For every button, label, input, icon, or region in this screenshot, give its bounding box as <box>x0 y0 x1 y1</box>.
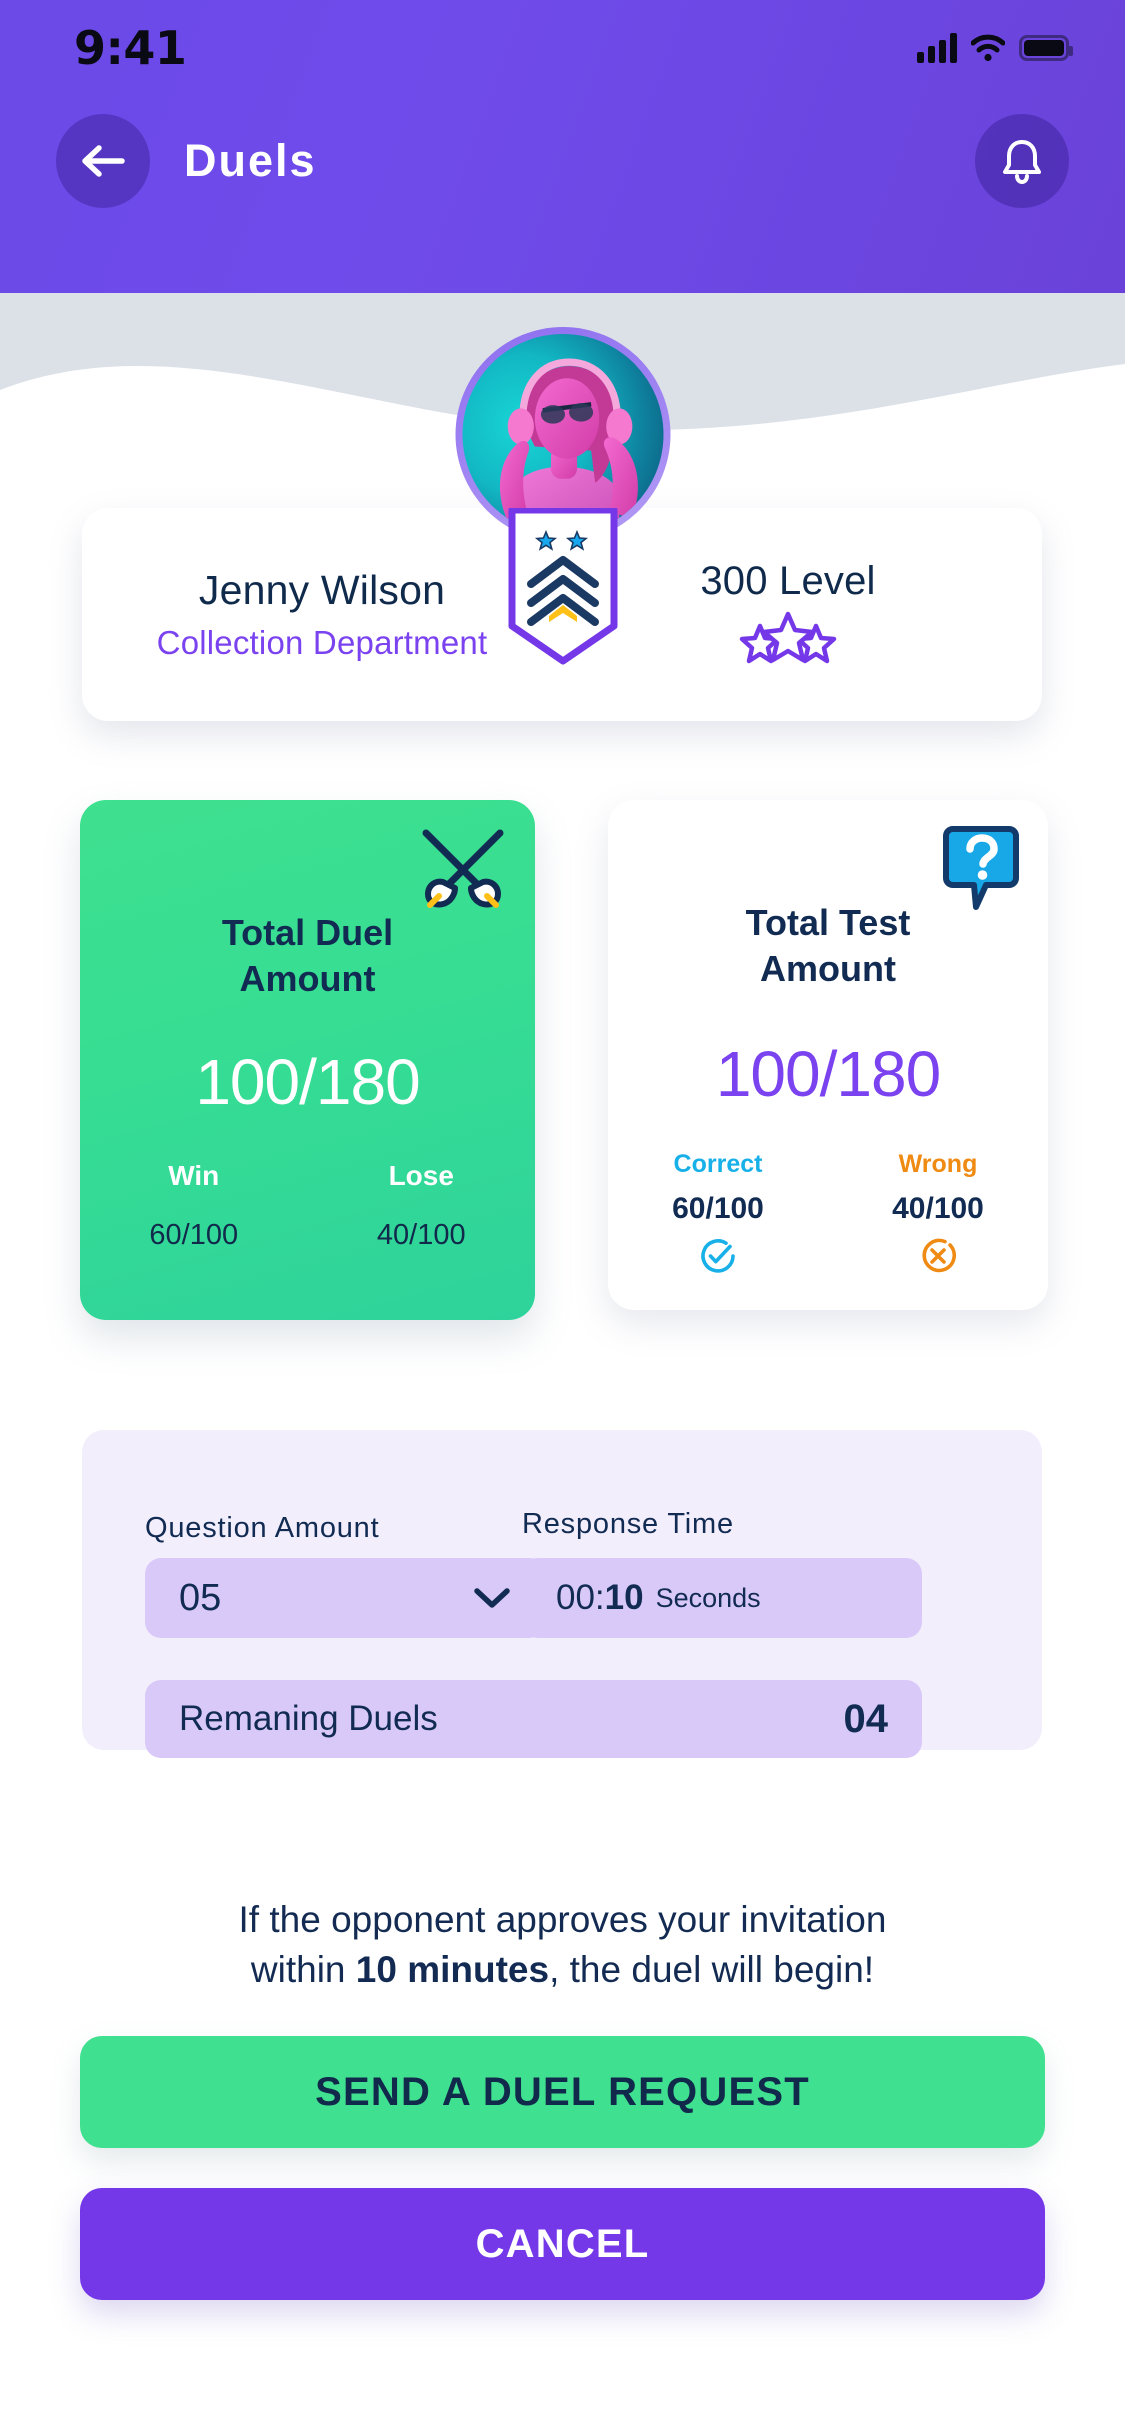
notification-button[interactable] <box>975 114 1069 208</box>
back-button[interactable] <box>56 114 150 208</box>
response-time-unit: Seconds <box>655 1582 761 1613</box>
duel-title-line1: Total Duel <box>221 912 394 953</box>
duel-title-line2: Amount <box>239 958 376 1000</box>
note-bold: 10 minutes <box>355 1948 550 1990</box>
response-time-field[interactable]: 00: 10 Seconds <box>522 1558 922 1638</box>
wifi-icon <box>971 34 1005 62</box>
duel-win-column: Win 60/100 <box>80 1160 308 1252</box>
profile-department: Collection Department <box>156 624 488 661</box>
invitation-note: If the opponent approves your invitation… <box>0 1895 1125 1995</box>
remaining-duels-label: Remaning Duels <box>179 1699 438 1738</box>
profile-identity: Jenny Wilson Collection Department <box>82 567 552 662</box>
status-time: 9:41 <box>74 21 187 75</box>
remaining-duels-field[interactable]: Remaning Duels 04 <box>145 1680 922 1758</box>
test-correct-column: Correct 60/100 <box>608 1150 828 1275</box>
x-circle-icon <box>828 1237 1048 1275</box>
send-duel-request-button[interactable]: SEND A DUEL REQUEST <box>80 2036 1045 2148</box>
total-duel-card[interactable]: Total Duel Amount 100/180 Win 60/100 Los… <box>80 800 535 1320</box>
test-wrong-label: Wrong <box>898 1150 978 1178</box>
nav-bar: Duels <box>0 96 1125 226</box>
duel-settings-panel: Question Amount 05 Response Time 00: 10 … <box>82 1430 1042 1758</box>
duel-breakdown: Win 60/100 Lose 40/100 <box>80 1160 535 1252</box>
response-time-value: 10 <box>604 1578 644 1617</box>
note-line-2: within 10 minutes, the duel will begin! <box>0 1945 1125 1995</box>
rank-chevron-badge <box>507 506 619 666</box>
response-time-prefix: 00: <box>556 1578 605 1617</box>
duel-total-value: 100/180 <box>195 1046 420 1118</box>
duel-win-label: Win <box>168 1160 220 1191</box>
test-wrong-column: Wrong 40/100 <box>828 1150 1048 1275</box>
cancel-button[interactable]: CANCEL <box>80 2188 1045 2300</box>
page-title: Duels <box>184 135 317 186</box>
chevron-down-icon <box>474 1588 510 1608</box>
profile-name: Jenny Wilson <box>198 567 446 613</box>
bell-icon <box>1003 140 1041 185</box>
test-breakdown: Correct 60/100 Wrong 40/100 <box>608 1150 1048 1275</box>
response-time-label: Response Time <box>522 1508 734 1540</box>
remaining-duels-value: 04 <box>843 1696 889 1741</box>
app-header: 9:41 Duels <box>0 0 1125 293</box>
duel-lose-value: 40/100 <box>376 1219 466 1251</box>
stat-cards: Total Duel Amount 100/180 Win 60/100 Los… <box>0 800 1125 1320</box>
note-suffix: , the duel will begin! <box>549 1948 875 1990</box>
arrow-left-icon <box>82 145 125 177</box>
avatar-figure <box>499 358 638 535</box>
note-line-1: If the opponent approves your invitation <box>238 1899 887 1940</box>
duel-lose-label: Lose <box>388 1160 454 1191</box>
test-wrong-value: 40/100 <box>892 1192 984 1225</box>
question-amount-select[interactable]: 05 <box>145 1558 545 1638</box>
profile-level-block: 300 Level <box>552 559 1042 670</box>
battery-icon <box>1019 35 1073 61</box>
three-stars-icon <box>552 608 1024 670</box>
test-card-title: Total Test Amount <box>608 900 1048 992</box>
test-title-line2: Amount <box>760 948 896 990</box>
test-total-value: 100/180 <box>715 1038 941 1110</box>
status-bar: 9:41 <box>0 0 1125 96</box>
test-title-line1: Total Test <box>745 902 911 943</box>
app-screen: 9:41 Duels Jenny Wilson Collection Depar… <box>0 0 1125 2436</box>
question-amount-value: 05 <box>179 1576 222 1619</box>
crossed-swords-icon <box>417 826 509 917</box>
avatar-image <box>462 334 663 535</box>
signal-icon <box>917 33 957 63</box>
test-correct-label: Correct <box>673 1150 763 1178</box>
note-prefix: within <box>250 1948 356 1990</box>
duel-lose-column: Lose 40/100 <box>308 1160 536 1252</box>
profile-level: 300 Level <box>700 559 876 603</box>
status-icons <box>917 33 1073 63</box>
check-circle-icon <box>608 1237 828 1275</box>
duel-win-value: 60/100 <box>149 1219 239 1251</box>
total-test-card[interactable]: Total Test Amount 100/180 Correct 60/100 <box>608 800 1048 1310</box>
duel-card-title: Total Duel Amount <box>80 910 535 1002</box>
question-amount-label: Question Amount <box>145 1512 380 1544</box>
test-correct-value: 60/100 <box>672 1192 764 1225</box>
